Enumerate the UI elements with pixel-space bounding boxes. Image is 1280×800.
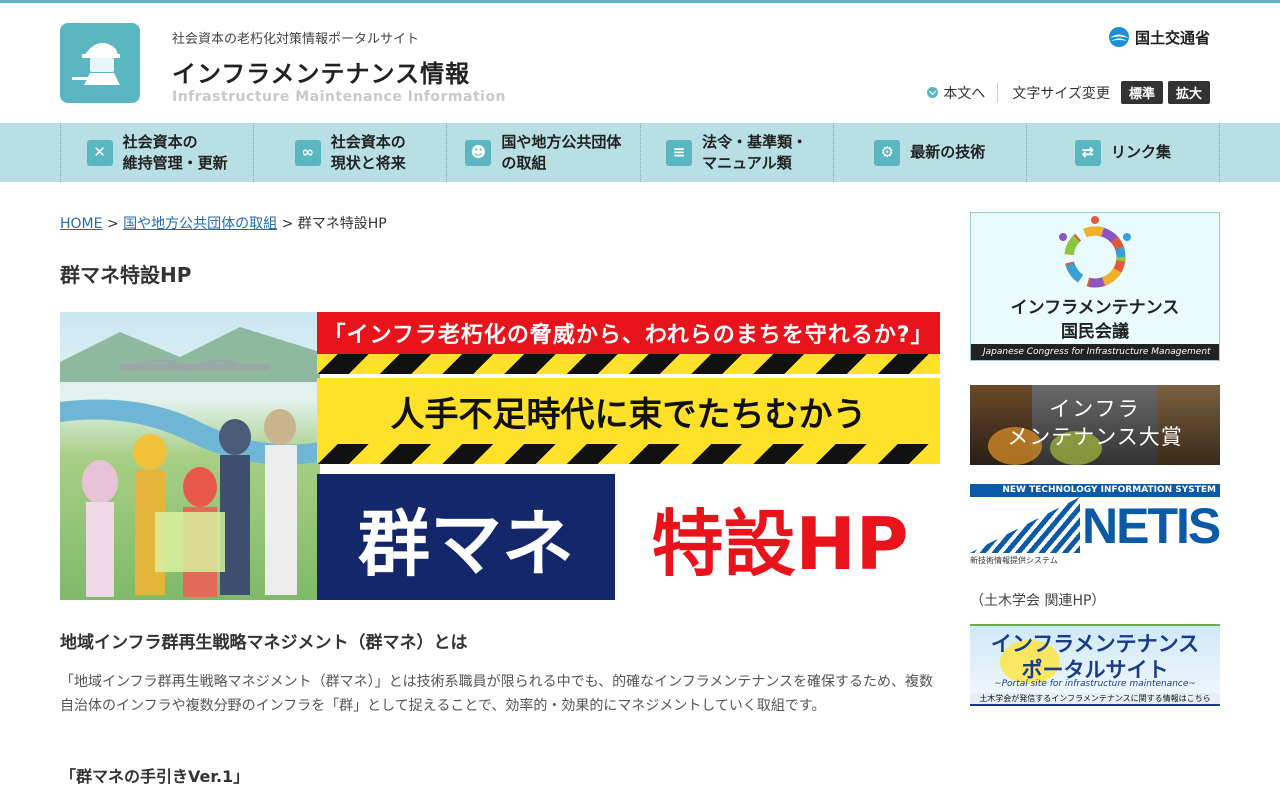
chevron-circle-icon (927, 87, 939, 98)
nav-item-links[interactable]: ⇄ リンク集 (1025, 123, 1221, 182)
nav-label: リンク集 (1110, 143, 1171, 162)
banner-jsce-portal[interactable]: インフラメンテナンス ポータルサイト ~Portal site for infr… (970, 624, 1220, 706)
sub-heading: 「群マネの手引きVer.1」 (60, 767, 250, 786)
banner-logo-right: 特設HP (651, 501, 909, 586)
breadcrumb-separator: > (106, 216, 119, 232)
site-header: 社会資本の老朽化対策情報ポータルサイト インフラメンテナンス情報 Infrast… (0, 3, 1280, 123)
breadcrumb-home-link[interactable]: HOME (60, 216, 102, 232)
people-icon: ☻ (465, 139, 492, 166)
font-size-label: 文字サイズ変更 (1012, 85, 1110, 102)
nav-label: 最新の技術 (910, 143, 986, 162)
banner-infra-congress-sub: 国民会議 (1061, 322, 1129, 342)
banner-hazard-stripe (317, 444, 940, 464)
nav-item-current-status[interactable]: ∞ 社会資本の 現状と将来 (253, 123, 446, 182)
section-heading: 地域インフラ群再生戦略マネジメント（群マネ）とは (60, 633, 468, 653)
banner-illustration (60, 312, 320, 600)
breadcrumb-current: 群マネ特設HP (297, 216, 387, 232)
award-title-line1: インフラ (1049, 397, 1141, 421)
banner-headline: 「インフラ老朽化の脅威から、われらのまちを守れるか?」 (317, 312, 940, 354)
font-size-large-button[interactable]: 拡大 (1167, 81, 1210, 104)
skip-to-content-link[interactable]: 本文へ (927, 82, 999, 103)
banner-infra-congress-en: Japanese Congress for Infrastructure Man… (971, 344, 1219, 360)
portal-caption: 土木学会が発信するインフラメンテナンスに関する情報はこちら (970, 693, 1220, 704)
page-title: 群マネ特設HP (60, 263, 192, 287)
site-logo[interactable] (60, 23, 140, 103)
font-size-standard-button[interactable]: 標準 (1120, 81, 1163, 104)
global-nav: ✕ 社会資本の 維持管理・更新 ∞ 社会資本の 現状と将来 ☻ 国や地方公共団体 の取… (0, 123, 1280, 182)
breadcrumb-separator: > (281, 216, 294, 232)
site-title[interactable]: インフラメンテナンス情報 (172, 54, 470, 89)
robot-icon: ⚙ (874, 139, 901, 166)
related-label: （土木学会 関連HP） (970, 593, 1106, 609)
nav-item-government-efforts[interactable]: ☻ 国や地方公共団体 の取組 (446, 123, 639, 182)
award-title-line2: メンテナンス大賞 (1007, 425, 1183, 449)
nav-label: 社会資本の 現状と将来 (330, 133, 406, 172)
nav-item-maintenance[interactable]: ✕ 社会資本の 維持管理・更新 (60, 123, 253, 182)
nav-item-latest-tech[interactable]: ⚙ 最新の技術 (832, 123, 1026, 182)
ministry-logo[interactable]: 国土交通省 (1107, 25, 1210, 49)
ministry-emblem-icon (1108, 27, 1129, 47)
banner-infra-congress[interactable]: インフラメンテナンス 国民会議 Japanese Congress for In… (970, 212, 1220, 361)
banner-maintenance-award[interactable]: インフラ メンテナンス大賞 (970, 385, 1220, 465)
banner-logo-left: 群マネ (317, 474, 615, 600)
gunmane-banner-image: 「インフラ老朽化の脅威から、われらのまちを守れるか?」 人手不足時代に束でたちむ… (60, 312, 940, 600)
binoculars-icon: ∞ (294, 139, 321, 166)
portal-title-en: ~Portal site for infrastructure maintena… (994, 679, 1196, 689)
site-subtitle: 社会資本の老朽化対策情報ポータルサイト (172, 32, 420, 47)
breadcrumb: HOME > 国や地方公共団体の取組 > 群マネ特設HP (60, 213, 387, 233)
nav-label: 法令・基準類・ マニュアル類 (702, 133, 808, 172)
nav-label: 社会資本の 維持管理・更新 (122, 133, 228, 172)
netis-stripes-mask (970, 497, 1080, 553)
ministry-name: 国土交通省 (1134, 28, 1210, 47)
tools-icon: ✕ (86, 139, 113, 166)
site-title-en: Infrastructure Maintenance Information (172, 89, 507, 105)
banner-netis[interactable]: NEW TECHNOLOGY INFORMATION SYSTEM NETIS … (970, 484, 1220, 566)
netis-logo: NETIS (1082, 498, 1220, 554)
netis-header: NEW TECHNOLOGY INFORMATION SYSTEM (970, 484, 1220, 497)
section-body: 「地域インフラ群再生戦略マネジメント（群マネ）」とは技術系職員が限られる中でも、… (60, 674, 934, 714)
skip-link-label: 本文へ (943, 85, 986, 102)
banner-tagline: 人手不足時代に束でたちむかう (317, 378, 940, 444)
congress-ring-logo-icon (1059, 216, 1131, 288)
breadcrumb-parent-link[interactable]: 国や地方公共団体の取組 (123, 216, 277, 232)
worker-logo-icon (72, 42, 120, 85)
header-tools: 本文へ 文字サイズ変更 標準 拡大 (927, 81, 1210, 104)
netis-caption: 新技術情報提供システム (970, 556, 1058, 565)
banner-hazard-stripe (317, 354, 940, 374)
nav-item-laws-manuals[interactable]: ≡ 法令・基準類・ マニュアル類 (639, 123, 833, 182)
link-icon: ⇄ (1074, 139, 1101, 166)
banner-infra-congress-title: インフラメンテナンス (1010, 298, 1180, 318)
nav-label: 国や地方公共団体 の取組 (501, 133, 622, 172)
document-icon: ≡ (666, 139, 693, 166)
